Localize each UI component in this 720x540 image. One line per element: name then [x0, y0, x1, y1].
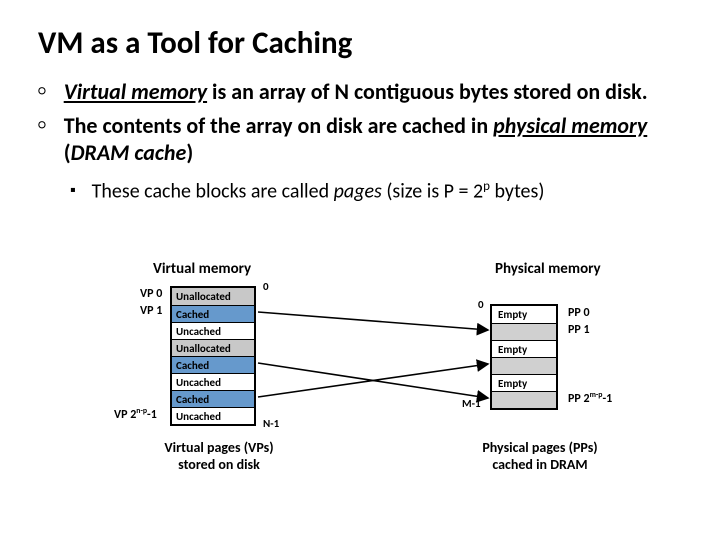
bullet-text: These cache blocks are called pages (siz… [92, 179, 545, 205]
text-pages: pages [334, 179, 382, 203]
slide: VM as a Tool for Caching ○ Virtual memor… [0, 0, 720, 540]
vm-cell-cached: Cached [172, 305, 254, 322]
text: ) [186, 139, 193, 166]
vm-heading: Virtual memory [153, 260, 251, 278]
text: (size is P = 2 [382, 179, 483, 203]
sub-bullet-item: ▪ These cache blocks are called pages (s… [70, 179, 690, 205]
square-bullet-icon: ▪ [70, 179, 76, 203]
pm-cell-used [492, 323, 556, 340]
text-virtual-memory: Virtual memory [64, 78, 207, 105]
memory-diagram: Virtual memory Physical memory Unallocat… [0, 260, 720, 520]
pm-cell-used [492, 391, 556, 408]
vm-cell-unallocated: Unallocated [172, 339, 254, 356]
slide-title: VM as a Tool for Caching [38, 24, 352, 62]
vp-label-0: VP 0 [140, 287, 162, 301]
text: is an array of N contiguous bytes stored… [207, 78, 648, 105]
vp-label-1: VP 1 [140, 304, 162, 318]
pm-caption: Physical pages (PPs)cached in DRAM [450, 440, 630, 474]
pm-cell-used [492, 357, 556, 374]
vm-cell-uncached: Uncached [172, 373, 254, 390]
bullet-list: ○ Virtual memory is an array of N contig… [38, 78, 690, 204]
text: ( [64, 139, 71, 166]
pm-index-0: 0 [478, 298, 484, 311]
text: bytes) [490, 179, 544, 203]
text-dram-cache: DRAM cache [71, 139, 187, 166]
pp-label-last: PP 2m-p-1 [568, 391, 612, 406]
pm-cell-empty: Empty [492, 340, 556, 357]
pm-heading: Physical memory [495, 260, 601, 278]
bullet-marker-icon: ○ [38, 78, 46, 104]
vm-index-0: 0 [263, 280, 269, 293]
vm-index-n: N-1 [263, 417, 279, 430]
pm-cell-empty: Empty [492, 306, 556, 323]
pp-label-0: PP 0 [568, 306, 590, 320]
text-exponent: p [483, 179, 490, 194]
bullet-item: ○ The contents of the array on disk are … [38, 112, 690, 167]
vm-caption: Virtual pages (VPs)stored on disk [134, 440, 304, 474]
text-physical-memory: physical memory [493, 112, 647, 139]
vm-cell-uncached: Uncached [172, 407, 254, 424]
text: The contents of the array on disk are ca… [64, 112, 493, 139]
vm-cell-unallocated: Unallocated [172, 288, 254, 305]
bullet-text: The contents of the array on disk are ca… [64, 112, 690, 167]
vm-cell-cached: Cached [172, 356, 254, 373]
mapping-arrows [0, 260, 720, 520]
bullet-item: ○ Virtual memory is an array of N contig… [38, 78, 690, 106]
vm-table: Unallocated Cached Uncached Unallocated … [170, 286, 256, 426]
vm-cell-cached: Cached [172, 390, 254, 407]
bullet-text: Virtual memory is an array of N contiguo… [64, 78, 690, 106]
text: These cache blocks are called [92, 179, 334, 203]
vp-label-last: VP 2n-p-1 [114, 407, 157, 422]
pm-index-m: M-1 [462, 397, 481, 410]
pp-label-1: PP 1 [568, 323, 590, 337]
vm-cell-uncached: Uncached [172, 322, 254, 339]
pm-table: Empty Empty Empty [490, 304, 558, 410]
bullet-marker-icon: ○ [38, 112, 46, 138]
pm-cell-empty: Empty [492, 374, 556, 391]
